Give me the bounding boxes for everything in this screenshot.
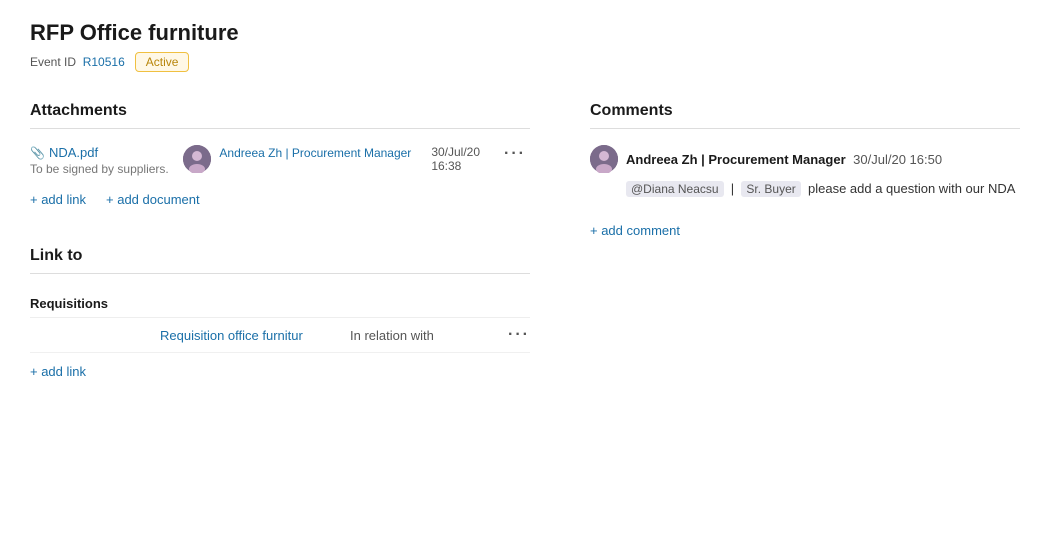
requisition-row: Requisition office furnitur In relation … bbox=[30, 318, 530, 353]
clip-icon: 📎 bbox=[30, 146, 45, 160]
upload-date: 30/Jul/20 16:38 bbox=[431, 145, 480, 173]
event-id-label: Event ID R10516 bbox=[30, 55, 125, 69]
comment-author-date: Andreea Zh | Procurement Manager 30/Jul/… bbox=[626, 151, 942, 167]
add-comment-button[interactable]: + add comment bbox=[590, 223, 680, 238]
status-badge: Active bbox=[135, 52, 190, 72]
attachment-more-button[interactable]: ··· bbox=[500, 145, 530, 163]
event-id-value: R10516 bbox=[83, 55, 125, 69]
req-more-button[interactable]: ··· bbox=[500, 326, 530, 344]
comment-header: Andreea Zh | Procurement Manager 30/Jul/… bbox=[590, 145, 1020, 173]
attachment-description: To be signed by suppliers. bbox=[30, 162, 171, 176]
col-type-header: Requisitions bbox=[30, 296, 160, 311]
comment-item: Andreea Zh | Procurement Manager 30/Jul/… bbox=[590, 145, 1020, 199]
attachment-info: 📎 NDA.pdf To be signed by suppliers. bbox=[30, 145, 171, 176]
comment-body: @Diana Neacsu | Sr. Buyer please add a q… bbox=[590, 179, 1020, 199]
comment-author: Andreea Zh | Procurement Manager bbox=[626, 152, 846, 167]
link-to-add-link: + add link bbox=[30, 363, 530, 379]
add-comment-row: + add comment bbox=[590, 215, 1020, 238]
comment-date: 30/Jul/20 16:50 bbox=[850, 152, 943, 167]
comment-avatar bbox=[590, 145, 618, 173]
add-link-button[interactable]: + add link bbox=[30, 192, 86, 207]
comments-title: Comments bbox=[590, 102, 1020, 129]
add-document-button[interactable]: + add document bbox=[106, 192, 200, 207]
link-to-section: Link to Requisitions Requisition office … bbox=[30, 247, 530, 379]
mention-tag-role: Sr. Buyer bbox=[741, 181, 800, 197]
page-header: RFP Office furniture Event ID R10516 Act… bbox=[30, 20, 1020, 72]
main-content: Attachments 📎 NDA.pdf To be signed by su… bbox=[30, 102, 1020, 379]
page-title: RFP Office furniture bbox=[30, 20, 1020, 46]
attachment-row: 📎 NDA.pdf To be signed by suppliers. bbox=[30, 145, 530, 176]
comments-section: Comments Andreea Zh | Procurement Manage… bbox=[590, 102, 1020, 379]
attachments-title: Attachments bbox=[30, 102, 530, 129]
link-to-title: Link to bbox=[30, 247, 530, 274]
req-name[interactable]: Requisition office furnitur bbox=[160, 328, 350, 343]
mention-tag-1: @Diana Neacsu bbox=[626, 181, 724, 197]
uploader-block: Andreea Zh | Procurement Manager bbox=[183, 145, 411, 173]
add-link-to-button[interactable]: + add link bbox=[30, 364, 86, 379]
attachment-filename[interactable]: 📎 NDA.pdf bbox=[30, 145, 171, 160]
uploader-name: Andreea Zh | Procurement Manager bbox=[219, 145, 411, 162]
comment-text: please add a question with our NDA bbox=[808, 181, 1015, 196]
requisitions-table: Requisitions Requisition office furnitur… bbox=[30, 290, 530, 353]
attachment-actions: + add link + add document bbox=[30, 192, 530, 207]
req-relation: In relation with bbox=[350, 328, 500, 343]
avatar bbox=[183, 145, 211, 173]
attachments-section: Attachments 📎 NDA.pdf To be signed by su… bbox=[30, 102, 530, 207]
requisitions-header-row: Requisitions bbox=[30, 290, 530, 318]
left-panel: Attachments 📎 NDA.pdf To be signed by su… bbox=[30, 102, 530, 379]
event-id-row: Event ID R10516 Active bbox=[30, 52, 1020, 72]
